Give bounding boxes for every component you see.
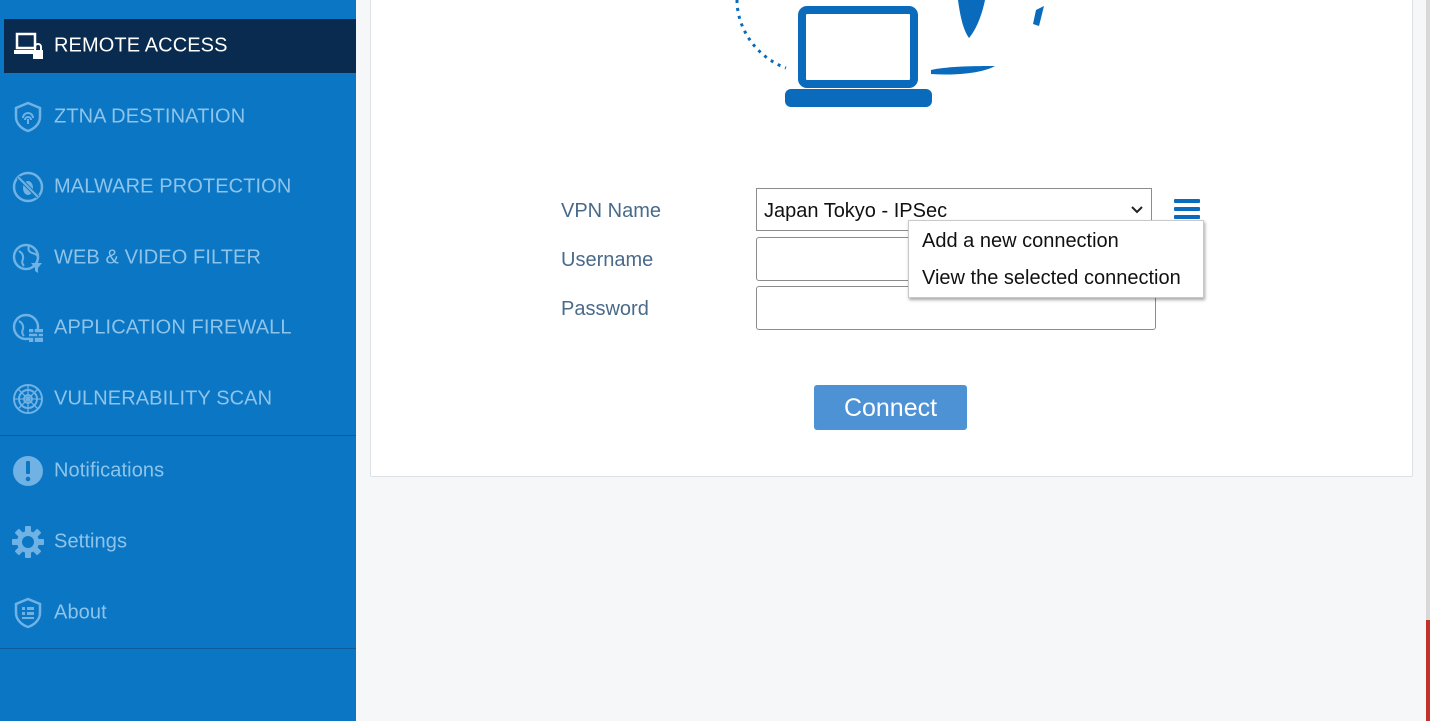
sidebar-item-settings[interactable]: Settings — [0, 515, 356, 569]
sidebar-item-ztna-destination[interactable]: ZTNA DESTINATION — [0, 90, 356, 144]
gear-icon — [12, 526, 44, 558]
radar-icon — [13, 384, 43, 414]
sidebar-item-label: ZTNA DESTINATION — [54, 105, 246, 128]
username-label: Username — [561, 249, 654, 271]
sidebar-item-label: Notifications — [54, 459, 165, 482]
chevron-down-icon — [1131, 206, 1143, 214]
exclamation-icon — [13, 456, 43, 486]
sidebar-item-label: WEB & VIDEO FILTER — [54, 246, 262, 269]
sidebar-divider — [0, 648, 356, 649]
sidebar-item-label: MALWARE PROTECTION — [54, 175, 292, 198]
globe-filter-icon — [12, 243, 42, 273]
scrollbar-marker — [1426, 620, 1430, 721]
sidebar-item-web-video-filter[interactable]: WEB & VIDEO FILTER — [0, 231, 356, 285]
sidebar-item-label: APPLICATION FIREWALL — [54, 316, 292, 339]
shield-info-icon — [14, 597, 42, 629]
scrollbar[interactable] — [1426, 0, 1430, 721]
view-connection-menu-item[interactable]: View the selected connection — [922, 267, 1181, 290]
vpn-name-label: VPN Name — [561, 200, 662, 222]
add-connection-menu-item[interactable]: Add a new connection — [922, 230, 1119, 253]
globe-firewall-icon — [12, 313, 43, 342]
sidebar-item-remote-access[interactable]: REMOTE ACCESS — [4, 19, 356, 73]
sidebar-item-label: REMOTE ACCESS — [54, 34, 228, 57]
sidebar-item-about[interactable]: About — [0, 586, 356, 640]
sidebar-item-label: About — [54, 601, 107, 624]
laptop-lock-icon — [14, 32, 43, 59]
sidebar-item-vulnerability-scan[interactable]: VULNERABILITY SCAN — [0, 372, 356, 426]
sidebar: REMOTE ACCESS ZTNA DESTINATION MALWARE P… — [0, 0, 356, 721]
malware-block-icon — [12, 171, 44, 203]
password-label: Password — [561, 298, 649, 320]
sidebar-divider — [0, 435, 356, 436]
shield-fingerprint-icon — [14, 101, 42, 133]
sidebar-item-label: VULNERABILITY SCAN — [54, 387, 273, 410]
sidebar-item-application-firewall[interactable]: APPLICATION FIREWALL — [0, 301, 356, 355]
connect-button[interactable]: Connect — [814, 385, 967, 430]
sidebar-item-label: Settings — [54, 530, 128, 553]
sidebar-item-malware-protection[interactable]: MALWARE PROTECTION — [0, 160, 356, 214]
sidebar-item-notifications[interactable]: Notifications — [0, 444, 356, 498]
connection-menu: Add a new connection View the selected c… — [908, 220, 1204, 298]
